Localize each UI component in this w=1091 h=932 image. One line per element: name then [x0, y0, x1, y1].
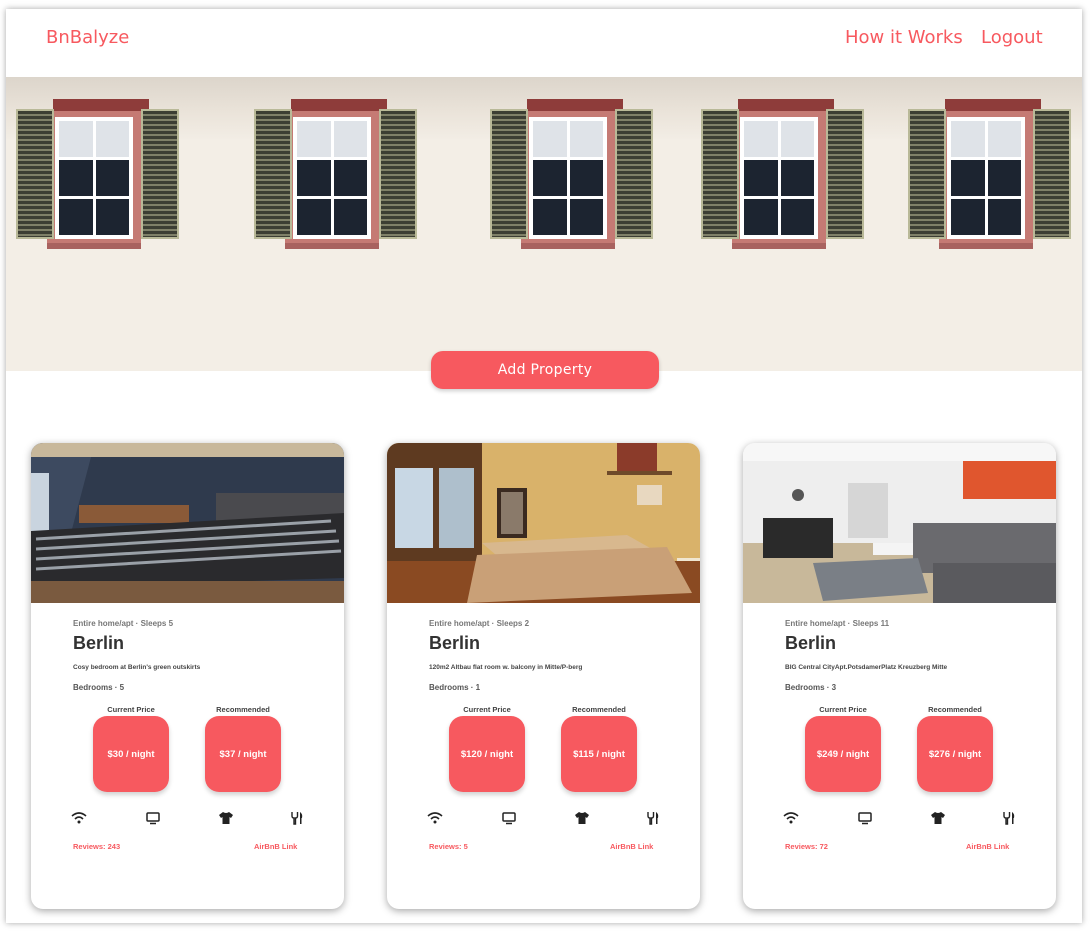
room-type-label: Entire home/apt · Sleeps 5 — [73, 619, 174, 628]
current-price-label: Current Price — [819, 705, 867, 714]
city-title: Berlin — [429, 633, 481, 653]
recommended-price-badge: $115 / night — [561, 716, 637, 792]
utensils-icon — [289, 811, 305, 825]
navbar: BnBalyze How it Works Logout — [6, 9, 1082, 77]
current-price-badge: $30 / night — [93, 716, 169, 792]
current-price-label: Current Price — [107, 705, 155, 714]
property-photo — [31, 443, 344, 603]
tv-icon — [857, 811, 873, 825]
airbnb-link[interactable]: AirBnB Link — [966, 842, 1009, 851]
airbnb-link[interactable]: AirBnB Link — [254, 842, 297, 851]
recommended-price-badge: $37 / night — [205, 716, 281, 792]
utensils-icon — [1001, 811, 1017, 825]
bedrooms-count: Bedrooms · 3 — [785, 683, 837, 692]
property-photo — [743, 443, 1056, 603]
property-card: Entire home/apt · Sleeps 11 Berlin BIG C… — [743, 443, 1056, 909]
hero-window-2 — [254, 99, 450, 249]
city-title: Berlin — [785, 633, 837, 653]
app-window: BnBalyze How it Works Logout Add Propert… — [6, 9, 1082, 923]
current-price-badge: $249 / night — [805, 716, 881, 792]
tv-icon — [145, 811, 161, 825]
brand-logo[interactable]: BnBalyze — [46, 27, 129, 48]
room-type-label: Entire home/apt · Sleeps 2 — [429, 619, 530, 628]
hero-banner-image — [6, 77, 1082, 371]
hero-window-5 — [908, 99, 1082, 249]
listing-description: BIG Central CityApt.PotsdamerPlatz Kreuz… — [785, 664, 948, 671]
airbnb-link[interactable]: AirBnB Link — [610, 842, 653, 851]
city-title: Berlin — [73, 633, 125, 653]
reviews-count: Reviews: 243 — [73, 842, 121, 851]
nav-logout-link[interactable]: Logout — [981, 27, 1043, 48]
add-property-button[interactable]: Add Property — [431, 351, 659, 389]
hero-window-4 — [701, 99, 897, 249]
property-photo — [387, 443, 700, 603]
bedrooms-count: Bedrooms · 5 — [73, 683, 125, 692]
property-card: Entire home/apt · Sleeps 5 Berlin Cosy b… — [31, 443, 344, 909]
recommended-price-label: Recommended — [216, 705, 270, 714]
recommended-price-label: Recommended — [572, 705, 626, 714]
listing-description: Cosy bedroom at Berlin's green outskirts — [73, 664, 201, 671]
reviews-count: Reviews: 5 — [429, 842, 468, 851]
room-type-label: Entire home/apt · Sleeps 11 — [785, 619, 890, 628]
wifi-icon — [783, 811, 799, 825]
shirt-icon — [930, 811, 946, 825]
shirt-icon — [218, 811, 234, 825]
hero-window-3 — [490, 99, 686, 249]
reviews-count: Reviews: 72 — [785, 842, 828, 851]
current-price-badge: $120 / night — [449, 716, 525, 792]
nav-how-it-works-link[interactable]: How it Works — [845, 27, 963, 48]
recommended-price-badge: $276 / night — [917, 716, 993, 792]
wifi-icon — [427, 811, 443, 825]
property-card: Entire home/apt · Sleeps 2 Berlin 120m2 … — [387, 443, 700, 909]
listing-description: 120m2 Altbau flat room w. balcony in Mit… — [429, 664, 583, 671]
tv-icon — [501, 811, 517, 825]
current-price-label: Current Price — [463, 705, 511, 714]
shirt-icon — [574, 811, 590, 825]
recommended-price-label: Recommended — [928, 705, 982, 714]
wifi-icon — [71, 811, 87, 825]
utensils-icon — [645, 811, 661, 825]
bedrooms-count: Bedrooms · 1 — [429, 683, 481, 692]
hero-window-1 — [16, 99, 212, 249]
